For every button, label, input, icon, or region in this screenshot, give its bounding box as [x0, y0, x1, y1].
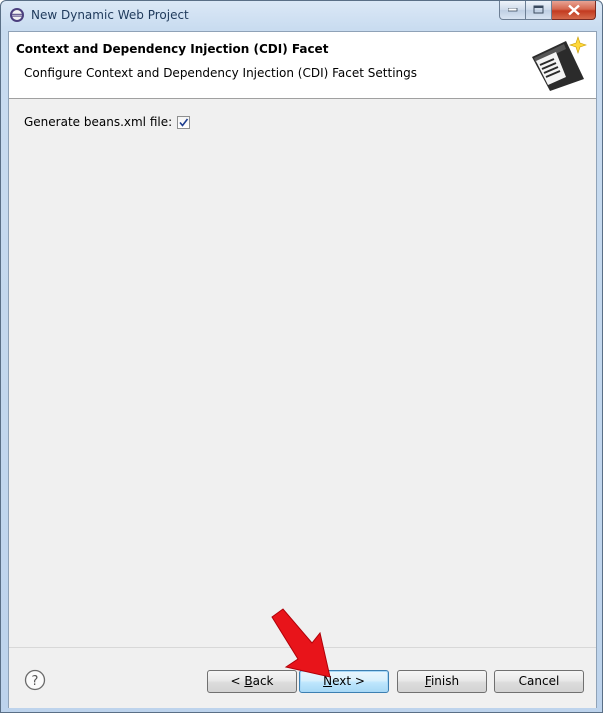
- minimize-icon: [507, 8, 517, 12]
- page-title: Context and Dependency Injection (CDI) F…: [16, 42, 329, 56]
- wizard-button-bar: ? < Back Next > Finish Cancel: [9, 647, 596, 708]
- generate-beans-checkbox[interactable]: [177, 115, 191, 129]
- close-button[interactable]: [552, 1, 596, 20]
- next-button[interactable]: Next >: [299, 670, 389, 693]
- wizard-banner-icon: [526, 35, 588, 93]
- checkmark-icon: [179, 118, 189, 127]
- wizard-banner: Context and Dependency Injection (CDI) F…: [9, 32, 596, 99]
- next-mnemonic: N: [323, 674, 333, 688]
- maximize-icon: [533, 5, 543, 14]
- window-controls: [499, 1, 596, 21]
- cancel-button[interactable]: Cancel: [494, 670, 584, 693]
- window-title: New Dynamic Web Project: [31, 8, 189, 22]
- title-bar[interactable]: New Dynamic Web Project: [1, 1, 602, 31]
- back-mnemonic: B: [244, 674, 253, 688]
- svg-text:?: ?: [32, 674, 39, 689]
- beans-label: Generate beans.xml file:: [24, 115, 173, 129]
- wizard-client-area: Context and Dependency Injection (CDI) F…: [8, 31, 597, 708]
- back-prefix: <: [230, 674, 245, 688]
- finish-suffix: inish: [430, 674, 460, 688]
- help-icon[interactable]: ?: [24, 669, 46, 691]
- next-suffix: ext >: [332, 674, 365, 688]
- page-description: Configure Context and Dependency Injecti…: [24, 66, 418, 80]
- wizard-window: New Dynamic Web Project Context and Depe…: [0, 0, 603, 713]
- minimize-button[interactable]: [499, 1, 526, 20]
- beans-row: Generate beans.xml file:: [24, 115, 191, 129]
- back-button[interactable]: < Back: [207, 670, 297, 693]
- eclipse-icon: [9, 7, 25, 23]
- settings-panel: Generate beans.xml file:: [9, 99, 596, 647]
- back-suffix: ack: [252, 674, 274, 688]
- finish-button[interactable]: Finish: [397, 670, 487, 693]
- close-icon: [567, 4, 580, 16]
- maximize-button[interactable]: [526, 1, 552, 20]
